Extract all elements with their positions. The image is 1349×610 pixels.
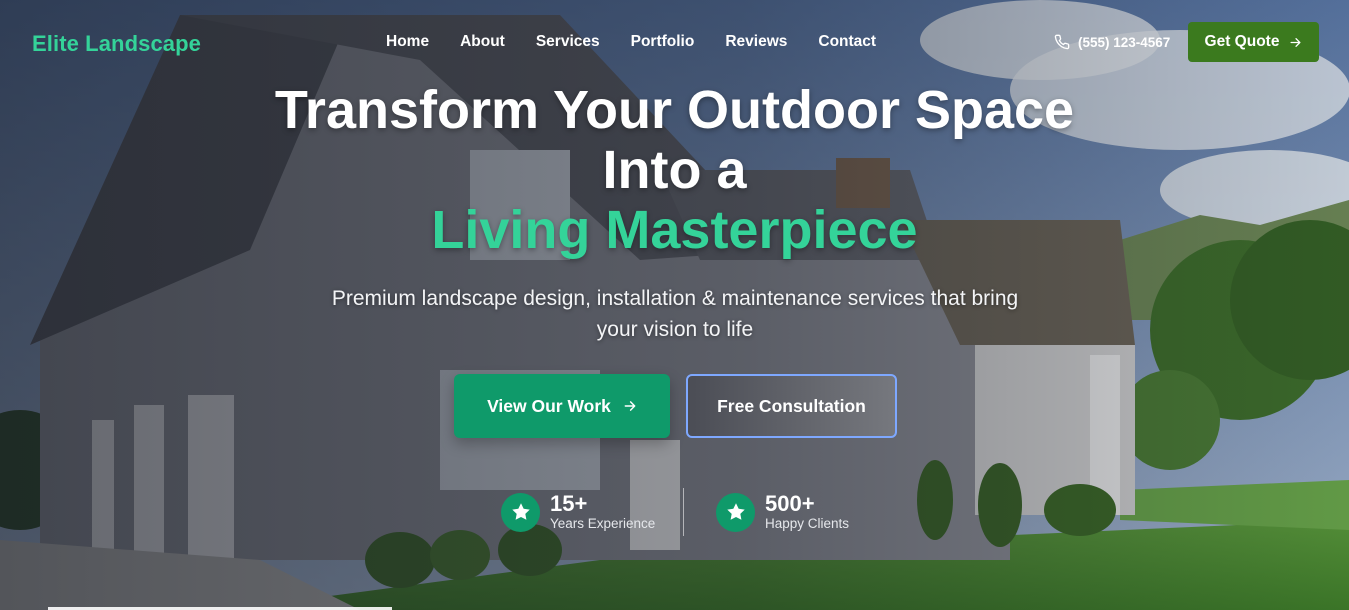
view-our-work-label: View Our Work xyxy=(487,395,611,416)
free-consultation-button[interactable]: Free Consultation xyxy=(686,374,897,438)
stat-value: 500+ xyxy=(765,491,815,516)
main-menu: Home About Services Portfolio Reviews Co… xyxy=(386,33,876,51)
stat-label: Years Experience xyxy=(550,516,656,531)
free-consultation-label: Free Consultation xyxy=(717,395,866,416)
hero-title: Transform Your Outdoor Space Into a Livi… xyxy=(0,80,1349,260)
stat-happy-clients: 500+ Happy Clients xyxy=(716,492,849,532)
phone-icon xyxy=(1054,34,1070,50)
phone-number: (555) 123-4567 xyxy=(1078,34,1171,50)
nav-portfolio-link[interactable]: Portfolio xyxy=(631,33,695,51)
phone-link[interactable]: (555) 123-4567 xyxy=(1054,34,1170,50)
navbar: Elite Landscape Home About Services Port… xyxy=(0,0,1349,84)
brand-logo[interactable]: Elite Landscape xyxy=(32,31,201,57)
nav-contact-link[interactable]: Contact xyxy=(818,33,876,51)
hero-title-line-1: Transform Your Outdoor Space xyxy=(274,80,1075,140)
hero-title-highlight: Living Masterpiece xyxy=(431,200,918,260)
get-quote-label: Get Quote xyxy=(1204,33,1280,50)
stat-years-experience: 15+ Years Experience xyxy=(501,492,655,532)
arrow-right-icon xyxy=(1290,37,1301,47)
nav-about-link[interactable]: About xyxy=(460,33,505,51)
nav-services-link[interactable]: Services xyxy=(536,33,600,51)
nav-reviews-link[interactable]: Reviews xyxy=(725,33,787,51)
hero-subtitle: Premium landscape design, installation &… xyxy=(331,287,1019,341)
stat-badge xyxy=(501,492,540,532)
get-quote-button[interactable]: Get Quote xyxy=(1188,22,1319,62)
view-our-work-button[interactable]: View Our Work xyxy=(454,374,670,438)
stat-value: 15+ xyxy=(550,491,588,516)
nav-home-link[interactable]: Home xyxy=(386,33,429,51)
stat-label: Happy Clients xyxy=(765,516,850,531)
stat-badge xyxy=(716,492,755,532)
arrow-right-icon xyxy=(624,401,636,411)
star-icon xyxy=(726,503,745,520)
star-icon xyxy=(511,503,530,520)
stats-divider xyxy=(683,488,684,536)
hero-title-line-2: Into a xyxy=(602,140,747,200)
